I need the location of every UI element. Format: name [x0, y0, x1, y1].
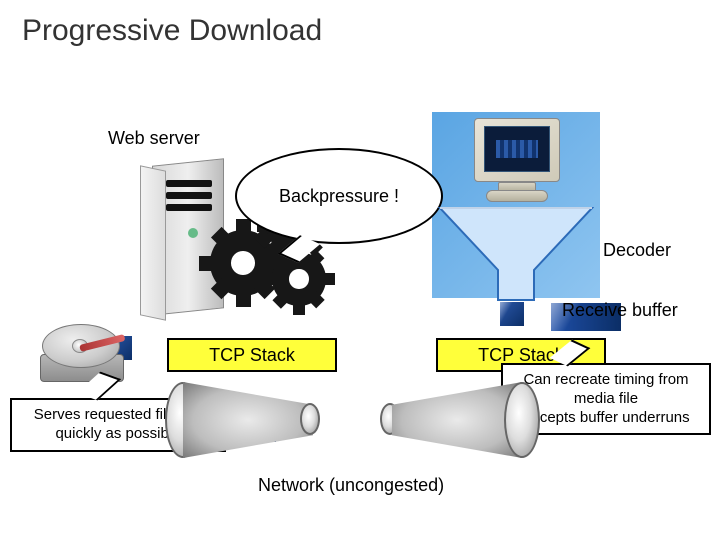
funnel-icon	[438, 204, 594, 304]
callout-backpressure-text: Backpressure !	[279, 186, 399, 207]
callout-backpressure: Backpressure !	[235, 148, 443, 244]
packet-icon	[500, 302, 524, 326]
monitor-icon	[468, 118, 568, 208]
pipe-cap-mid-left-icon	[300, 403, 320, 435]
label-web-server: Web server	[108, 128, 200, 149]
pipe-cap-right-icon	[504, 382, 540, 458]
pipe-body-right-icon	[392, 382, 522, 458]
pipe-body-left-icon	[183, 382, 313, 458]
label-decoder: Decoder	[603, 240, 671, 261]
label-receive-buffer: Receive buffer	[562, 300, 678, 321]
hard-disk-icon	[40, 320, 136, 390]
label-network: Network (uncongested)	[258, 475, 444, 496]
tcp-stack-left: TCP Stack	[167, 338, 337, 372]
page-title: Progressive Download	[22, 14, 322, 48]
